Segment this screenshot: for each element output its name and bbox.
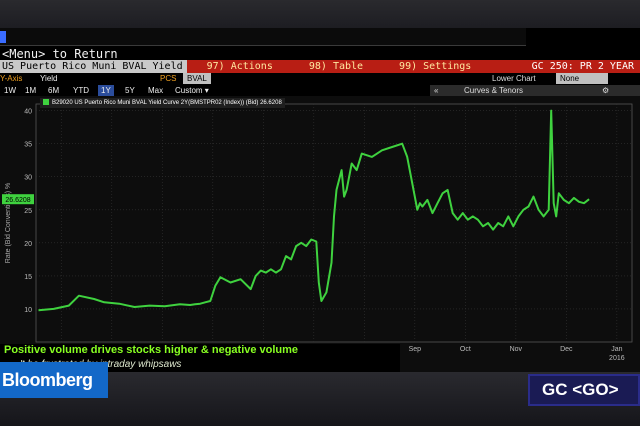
period-ytd[interactable]: YTD <box>70 85 92 96</box>
y-tick-label: 35 <box>24 142 32 149</box>
period-1m[interactable]: 1M <box>22 85 39 96</box>
ticker-line-1: Positive volume drives stocks higher & n… <box>4 344 299 356</box>
chart-legend: B29020 US Puerto Rico Muni BVAL Yield Cu… <box>40 98 285 108</box>
period-1y[interactable]: 1Y <box>98 85 114 96</box>
options-row: Y-Axis Yield PCS BVAL Lower Chart None <box>0 73 640 85</box>
table-menu[interactable]: 98) Table <box>281 61 371 72</box>
settings-menu[interactable]: 99) Settings <box>371 61 479 72</box>
y-tick-label: 10 <box>24 307 32 314</box>
yield-chart: 10152025303540FebMarAprMayJunJulAugSepOc… <box>2 103 633 362</box>
x-tick-label: Oct <box>460 346 471 353</box>
pcs-value[interactable]: BVAL <box>183 73 211 84</box>
y-tick-label: 20 <box>24 241 32 248</box>
x-year-label: 2016 <box>609 355 625 362</box>
lower-chart-value[interactable]: None <box>556 73 608 84</box>
period-row: 1W 1M 6M YTD 1Y 5Y Max Custom ▾ « Curves… <box>0 85 640 96</box>
y-tick-label: 25 <box>24 208 32 215</box>
command-hint-row: <Menu> to Return <box>0 46 640 61</box>
curves-tenors-label: Curves & Tenors <box>464 86 523 95</box>
command-cursor <box>0 31 6 43</box>
x-tick-label: Dec <box>560 346 573 353</box>
chevron-left-icon: « <box>434 86 439 95</box>
go-command-box: GC <GO> <box>528 374 640 406</box>
function-code: GC 250: PR 2 YEAR <box>531 61 634 72</box>
security-title: US Puerto Rico Muni BVAL Yield <box>0 60 187 73</box>
bloomberg-logo: Bloomberg <box>0 362 108 398</box>
curves-tenors-bar[interactable]: « Curves & Tenors ⚙ <box>430 85 640 96</box>
command-line[interactable] <box>0 28 526 46</box>
period-custom[interactable]: Custom ▾ <box>172 85 212 96</box>
y-tick-label: 30 <box>24 175 32 182</box>
x-tick-label: Nov <box>510 346 523 353</box>
terminal-screen: <Menu> to Return US Puerto Rico Muni BVA… <box>0 28 640 372</box>
actions-menu[interactable]: 97) Actions <box>187 61 281 72</box>
period-max[interactable]: Max <box>145 85 166 96</box>
tv-top-bezel <box>0 0 640 28</box>
pcs-label: PCS <box>160 74 177 83</box>
command-hint: <Menu> to Return <box>2 47 118 61</box>
legend-swatch <box>43 99 49 106</box>
gear-icon[interactable]: ⚙ <box>602 85 609 96</box>
lower-chart-label: Lower Chart <box>492 74 536 83</box>
period-1w[interactable]: 1W <box>1 85 19 96</box>
last-value-label: 26.6208 <box>5 197 30 204</box>
x-tick-label: Sep <box>409 346 422 353</box>
yaxis-label: Y-Axis <box>0 74 23 83</box>
x-tick-label: Jan <box>611 346 622 353</box>
y-tick-label: 15 <box>24 274 32 281</box>
yaxis-value[interactable]: Yield <box>40 74 58 83</box>
function-menubar: US Puerto Rico Muni BVAL Yield 97) Actio… <box>0 60 640 73</box>
legend-text: B29020 US Puerto Rico Muni BVAL Yield Cu… <box>52 100 282 106</box>
y-tick-label: 40 <box>24 109 32 116</box>
period-5y[interactable]: 5Y <box>122 85 138 96</box>
chart-area[interactable]: B29020 US Puerto Rico Muni BVAL Yield Cu… <box>0 96 640 372</box>
period-6m[interactable]: 6M <box>45 85 62 96</box>
